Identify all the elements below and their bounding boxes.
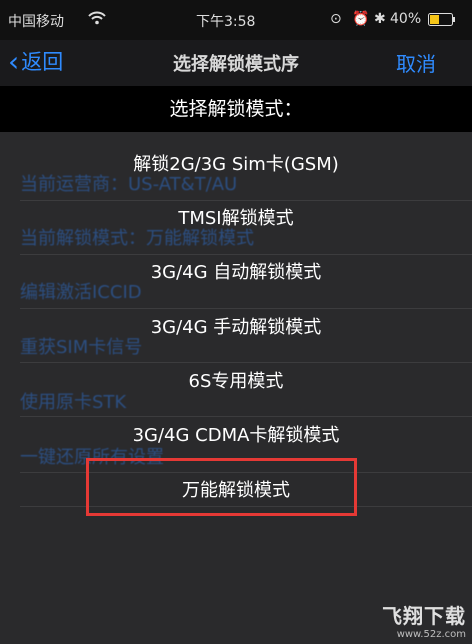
option-tmsi-mode[interactable]: TMSI解锁模式 [0,204,472,230]
watermark-url: www.52z.com [396,629,466,640]
divider [20,200,472,201]
status-bar: 中国移动 下午3:58 ⊙ ⏰ ✱ 40% [0,0,472,40]
carrier-name: 中国移动 [8,14,64,30]
watermark: 飞翔下载 www.52z.com [382,600,466,640]
battery-icon [428,13,456,30]
divider [20,362,472,363]
divider [20,308,472,309]
divider [20,416,472,417]
bluetooth-icon: ✱ [374,11,386,27]
highlight-box [86,458,357,516]
navigation-bar: ‹返回 选择解锁模式序 取消 [0,40,472,86]
divider [20,254,472,255]
option-3g4g-manual[interactable]: 3G/4G 手动解锁模式 [0,313,472,339]
watermark-logo: 飞翔下载 [382,604,466,628]
lock-rotation-icon: ⊙ [330,11,342,27]
option-3g4g-cdma[interactable]: 3G/4G CDMA卡解锁模式 [0,421,472,447]
sheet-header: 选择解锁模式： [0,86,472,132]
wifi-icon [88,11,106,29]
battery-percentage: 40% [390,11,422,27]
option-3g4g-auto[interactable]: 3G/4G 自动解锁模式 [0,258,472,284]
status-time: 下午3:58 [196,14,256,30]
option-6s-mode[interactable]: 6S专用模式 [0,367,472,393]
alarm-icon: ⏰ [352,11,370,27]
cancel-button[interactable]: 取消 [396,48,436,77]
option-unlock-2g3g-gsm[interactable]: 解锁2G/3G Sim卡(GSM) [0,150,472,176]
